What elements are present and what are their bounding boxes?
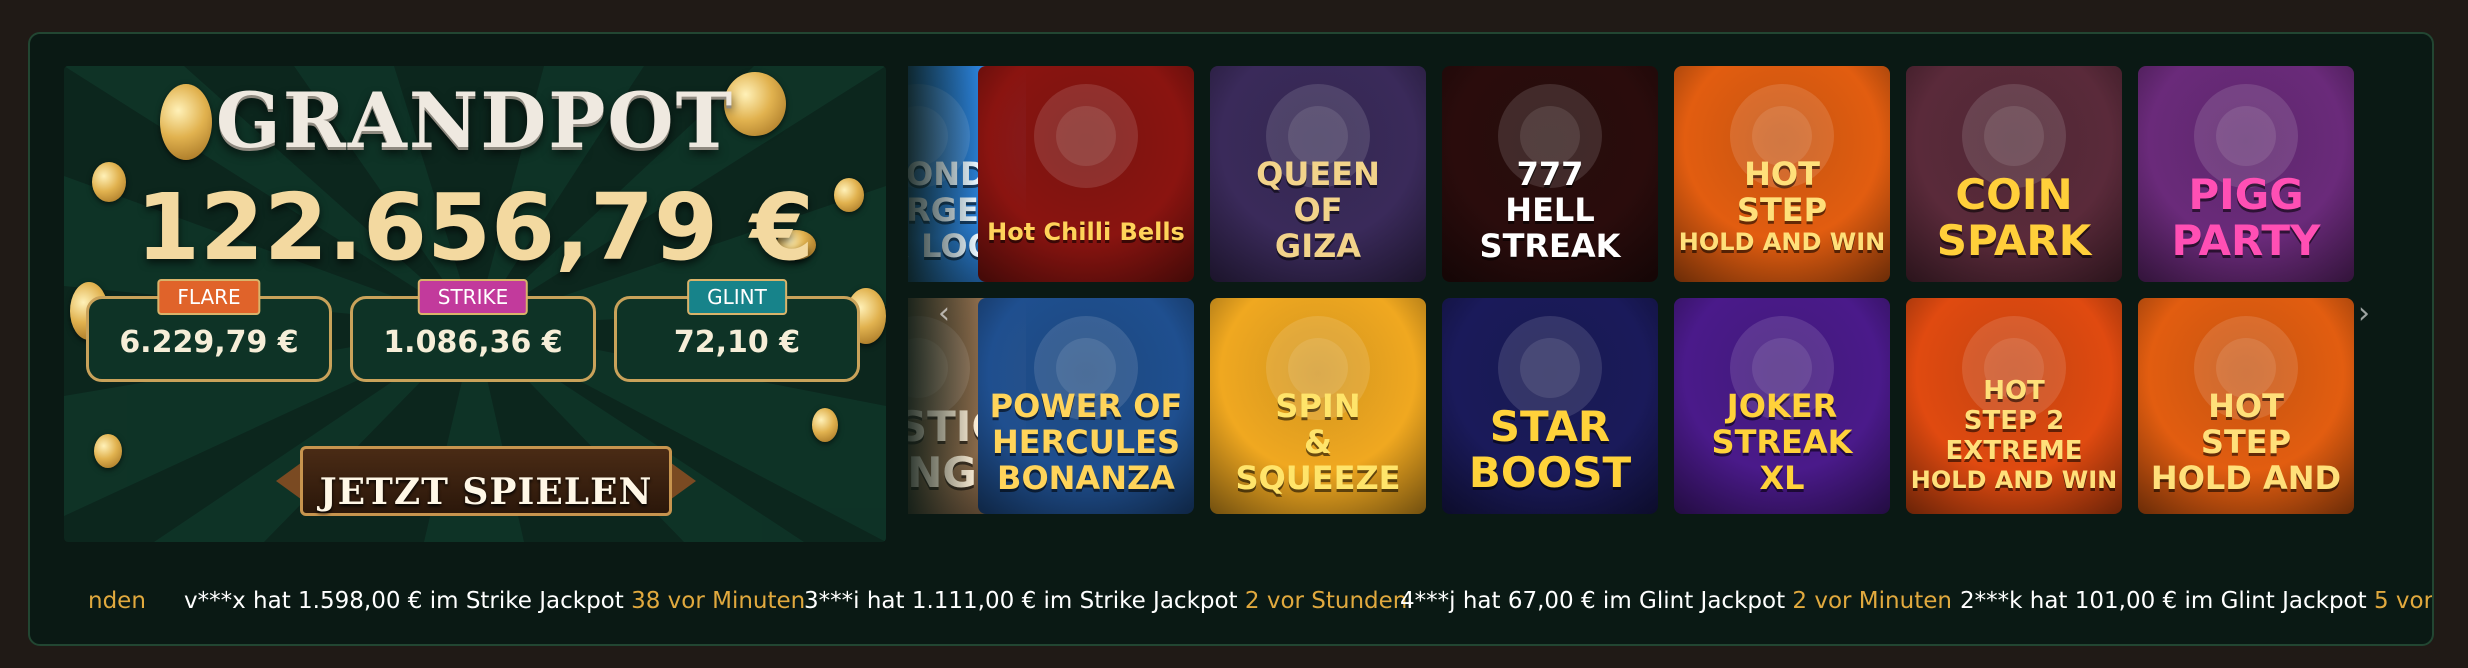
game-tile[interactable]: COIN SPARK (1906, 66, 2122, 282)
game-title-line: HERCULES (991, 423, 1181, 461)
game-tile[interactable]: STAR BOOST (1442, 298, 1658, 514)
ticker-item: 3***i hat 1.111,00 € im Strike Jackpot 2… (804, 588, 1407, 614)
winners-ticker: nden v***x hat 1.598,00 € im Strike Jack… (60, 582, 2434, 622)
chevron-left-icon[interactable]: ‹ (938, 296, 950, 331)
tier-flare-value: 6.229,79 € (119, 325, 299, 360)
ticker-item: 2***k hat 101,00 € im Glint Jackpot 5 vo… (1960, 588, 2434, 614)
game-title-line: XL (1759, 459, 1805, 497)
game-title-line: STEP (2200, 423, 2292, 461)
game-title-line: SPARK (1936, 216, 2092, 265)
game-title-line: & (1304, 423, 1332, 461)
game-tile[interactable]: SPIN & SQUEEZE (1210, 298, 1426, 514)
game-title-line: STREAK (1711, 423, 1853, 461)
tier-glint-label: GLINT (687, 279, 787, 315)
ticker-item: 4***j hat 67,00 € im Glint Jackpot 2 vor… (1400, 588, 1952, 614)
game-artwork (1034, 84, 1138, 188)
game-title-line: OF (1293, 191, 1343, 229)
game-title-line: Hot Chilli Bells (987, 218, 1185, 246)
game-tile[interactable]: 777 HELL STREAK (1442, 66, 1658, 282)
grandpot-amount: 122.656,79 € (135, 174, 815, 281)
play-now-label: JETZT SPIELEN (319, 471, 653, 513)
game-title-line: SPIN (1275, 387, 1361, 425)
ticker-time: 2 vor Minuten (1792, 588, 1952, 614)
play-now-button-body[interactable]: JETZT SPIELEN (300, 446, 672, 516)
game-title-line: HOT (1983, 376, 2045, 406)
game-tile[interactable]: Hot Chilli Bells (978, 66, 1194, 282)
tier-glint: GLINT 72,10 € (614, 279, 860, 382)
game-title-line: 777 (1516, 155, 1584, 193)
game-title-line: QUEEN (1256, 155, 1380, 193)
game-title-line: STAR (1489, 402, 1611, 451)
ticker-text: 3***i hat 1.111,00 € im Strike Jackpot (804, 588, 1245, 614)
tier-strike-value: 1.086,36 € (383, 325, 563, 360)
game-title-line: GIZA (1274, 227, 1362, 265)
game-title-line: JOKER (1726, 387, 1838, 425)
ticker-time: 5 vor M (2373, 588, 2434, 614)
grandpot-logo: GRANDPOT (215, 76, 735, 165)
game-title-line: STREAK (1479, 227, 1621, 265)
game-title-line: HOLD AND WIN (1678, 228, 1886, 256)
ticker-text: 2***k hat 101,00 € im Glint Jackpot (1960, 588, 2374, 614)
game-title-line: BONANZA (997, 459, 1175, 497)
ticker-text: 4***j hat 67,00 € im Glint Jackpot (1400, 588, 1793, 614)
game-title-line: PARTY (2171, 216, 2321, 265)
play-now-button[interactable]: JETZT SPIELEN (276, 432, 696, 530)
jackpot-widget: GRANDPOT 122.656,79 € FLARE 6.229,79 € S… (28, 32, 2434, 646)
game-grid: AMONDFORGENK & LOOTHot Chilli BellsQUEEN… (908, 66, 2428, 514)
ticker-item: v***x hat 1.598,00 € im Strike Jackpot 3… (184, 588, 805, 614)
game-tile[interactable]: HOT STEP 2 EXTREME HOLD AND WIN (1906, 298, 2122, 514)
ticker-time: 2 vor Stunden (1244, 588, 1408, 614)
game-title-line: HOLD AND WIN (1910, 466, 2118, 494)
game-title-line: EXTREME (1945, 436, 2083, 466)
game-tile[interactable]: HOT STEP HOLD AND (2138, 298, 2354, 514)
game-title-line: PIGG (2188, 170, 2304, 219)
grandpot-banner[interactable]: GRANDPOT 122.656,79 € FLARE 6.229,79 € S… (64, 66, 886, 542)
game-title-line: STEP 2 (1963, 406, 2065, 436)
tier-strike: STRIKE 1.086,36 € (350, 279, 596, 382)
game-title-line: SQUEEZE (1235, 459, 1401, 497)
game-tile[interactable]: HOT STEP HOLD AND WIN (1674, 66, 1890, 282)
ticker-time: 38 vor Minuten (631, 588, 806, 614)
game-title-line: HOLD AND (2150, 459, 2342, 497)
chevron-right-icon[interactable]: › (2358, 296, 2370, 331)
ticker-text: v***x hat 1.598,00 € im Strike Jackpot (184, 588, 632, 614)
tier-glint-value: 72,10 € (673, 325, 801, 360)
game-tile[interactable]: QUEEN OF GIZA (1210, 66, 1426, 282)
game-tile[interactable]: POWER OF HERCULES BONANZA (978, 298, 1194, 514)
tier-flare-label: FLARE (157, 279, 261, 315)
coin-icon (94, 434, 122, 468)
ticker-item: nden (88, 588, 146, 614)
game-title-line: BOOST (1468, 448, 1632, 497)
tier-strike-label: STRIKE (417, 279, 529, 315)
game-title-line: POWER OF (989, 387, 1183, 425)
coin-icon (812, 408, 838, 442)
game-title-line: COIN (1955, 170, 2073, 219)
game-title-line: HOT (1744, 155, 1820, 193)
game-title-line: HELL (1505, 191, 1595, 229)
game-title-line: HOT (2208, 387, 2284, 425)
game-tile[interactable]: JOKER STREAK XL (1674, 298, 1890, 514)
game-title-line: STEP (1736, 191, 1828, 229)
game-tile[interactable]: PIGG PARTY (2138, 66, 2354, 282)
ticker-time: nden (88, 588, 146, 614)
tier-flare: FLARE 6.229,79 € (86, 279, 332, 382)
